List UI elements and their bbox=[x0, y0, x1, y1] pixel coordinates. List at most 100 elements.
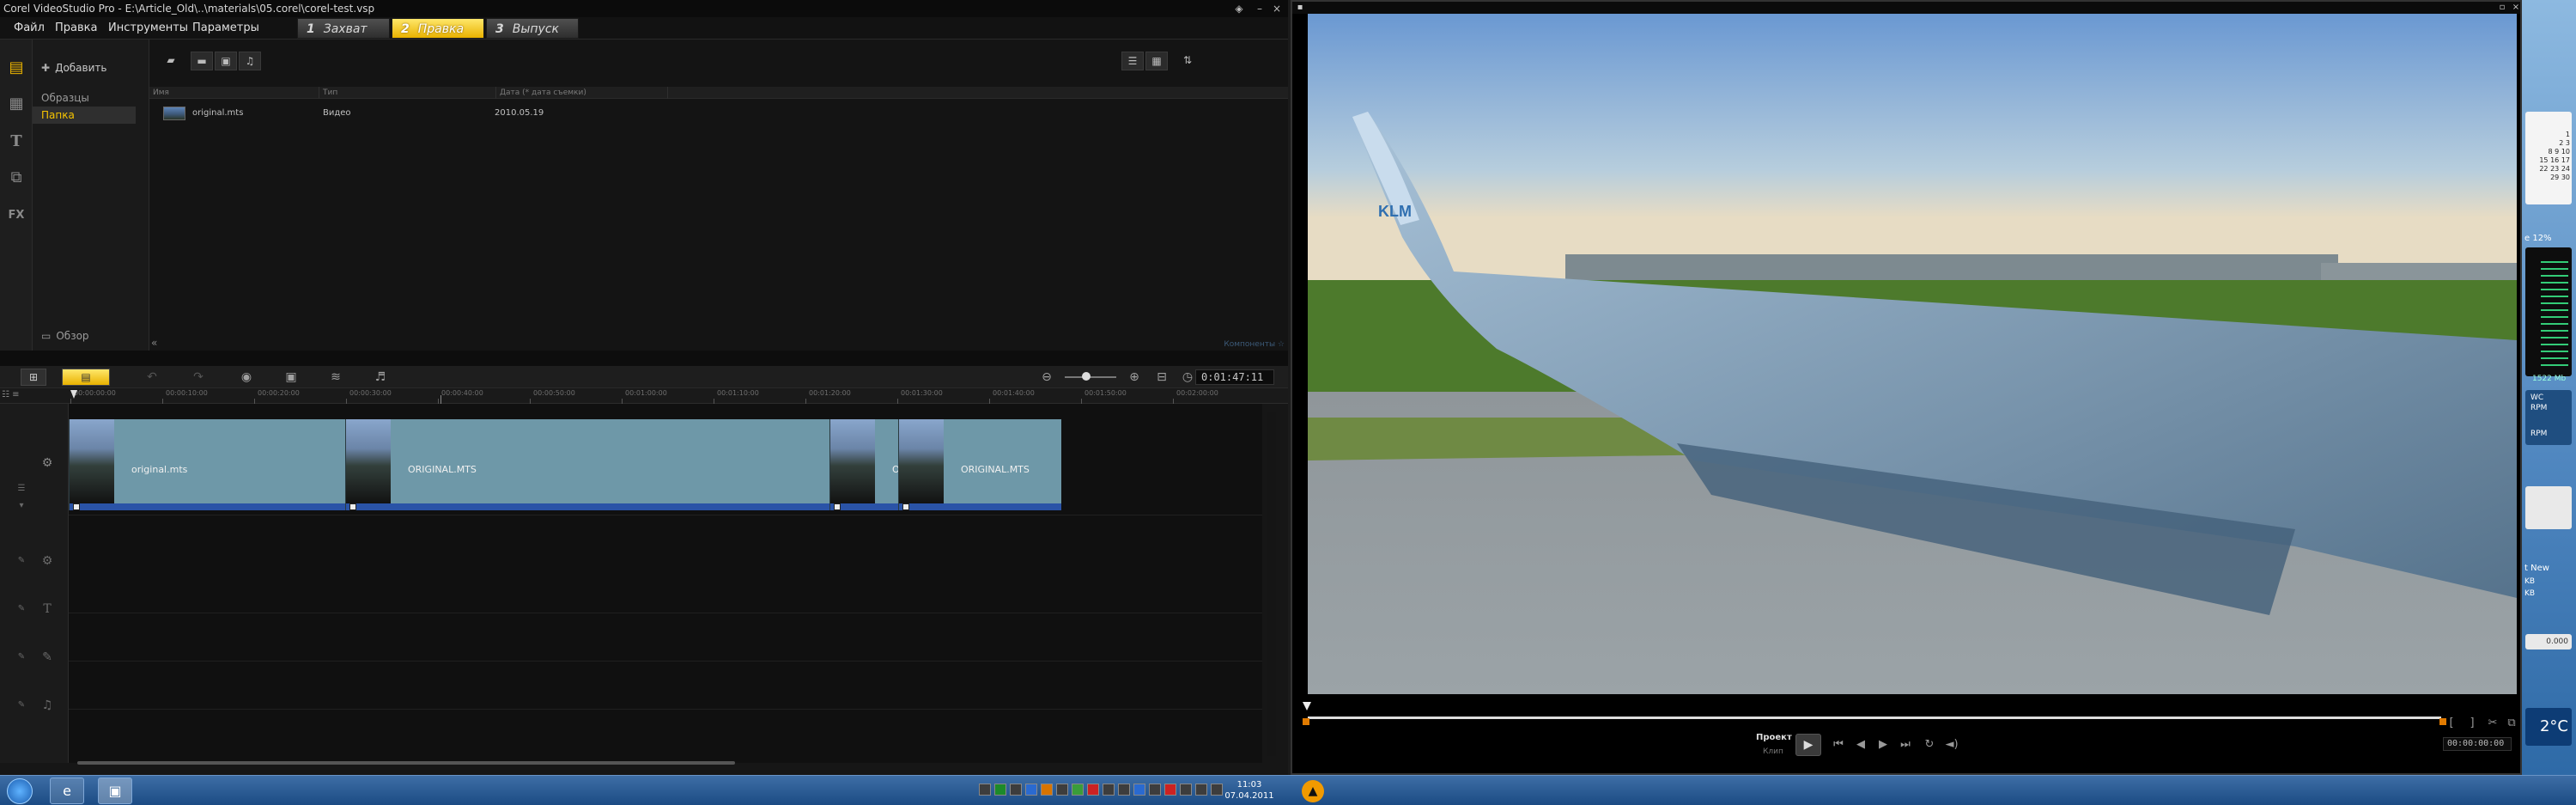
add-folder-button[interactable]: ✚ Добавить bbox=[41, 58, 106, 77]
menu-tools[interactable]: Инструменты bbox=[108, 17, 188, 40]
home-icon[interactable]: ⏮ bbox=[1830, 736, 1847, 753]
tray-icon[interactable] bbox=[979, 784, 991, 796]
internet-explorer-icon[interactable]: e bbox=[50, 778, 84, 804]
close-button[interactable]: × bbox=[1269, 0, 1285, 17]
tray-icon[interactable] bbox=[1118, 784, 1130, 796]
video-clip[interactable]: original.mts bbox=[69, 419, 345, 510]
track-options-icon[interactable]: ☰ bbox=[12, 479, 31, 498]
preview-scrub-bar[interactable] bbox=[1308, 717, 2441, 719]
menu-settings[interactable]: Параметры bbox=[192, 17, 259, 40]
restore-button[interactable]: ▫ bbox=[2496, 2, 2508, 14]
timeline-tracks[interactable]: original.mts ORIGINAL.MTS O ORIGINAL.MTS bbox=[69, 404, 1262, 763]
video-preview[interactable]: KLM bbox=[1308, 14, 2517, 694]
tray-icon[interactable] bbox=[1149, 784, 1161, 796]
window-menu-icon[interactable]: ▪ bbox=[1294, 2, 1306, 14]
mark-in-icon[interactable]: [ bbox=[2443, 715, 2460, 732]
instant-project-icon[interactable]: ▦ bbox=[5, 93, 27, 115]
column-type[interactable]: Тип bbox=[319, 87, 496, 99]
trim-start-marker[interactable] bbox=[1303, 718, 1309, 725]
cpu-meter-gadget[interactable]: 1522 Mb bbox=[2525, 247, 2572, 383]
tab-share[interactable]: 3 Выпуск bbox=[486, 18, 579, 39]
thumbnail-view-icon[interactable]: ▦ bbox=[1145, 52, 1168, 70]
enlarge-preview-icon[interactable]: ⧉ bbox=[2503, 715, 2520, 732]
weather-temperature[interactable]: 2°C bbox=[2525, 708, 2572, 746]
drive-gadget[interactable] bbox=[2525, 486, 2572, 529]
timeline-horizontal-scrollbar[interactable] bbox=[77, 761, 735, 765]
project-duration-timecode[interactable]: 0:01:47:11 bbox=[1195, 369, 1274, 385]
collapse-library-icon[interactable]: « bbox=[151, 337, 157, 349]
filter-fx-icon[interactable]: FX bbox=[5, 204, 27, 227]
timeline-vertical-scrollbar[interactable] bbox=[1267, 412, 1276, 756]
show-audio-icon[interactable]: ♫ bbox=[239, 52, 261, 70]
tray-icon[interactable] bbox=[1072, 784, 1084, 796]
video-clip[interactable]: O bbox=[829, 419, 900, 510]
tab-edit[interactable]: 2 Правка bbox=[392, 18, 484, 39]
tab-capture[interactable]: 1 Захват bbox=[297, 18, 390, 39]
tray-icon[interactable] bbox=[1087, 784, 1099, 796]
music-track-toggle-icon[interactable]: ✎ bbox=[12, 696, 31, 715]
components-link[interactable]: Компоненты ☆ bbox=[1224, 340, 1285, 349]
score-fitter-icon[interactable]: ▣ bbox=[282, 369, 301, 386]
tray-icon[interactable] bbox=[1133, 784, 1145, 796]
auto-music-icon[interactable]: ♬ bbox=[371, 369, 390, 386]
tray-icon[interactable] bbox=[1025, 784, 1037, 796]
start-button[interactable] bbox=[7, 778, 33, 804]
minimize-button[interactable]: – bbox=[1252, 0, 1267, 17]
browse-button[interactable]: ▭ Обзор bbox=[41, 327, 89, 345]
calendar-gadget[interactable]: 1 2 3 8 9 10 15 16 17 22 23 24 29 30 bbox=[2525, 112, 2572, 204]
track-manager-icon[interactable]: ☷ ≡ bbox=[2, 390, 20, 399]
column-date[interactable]: Дата (* дата съемки) bbox=[496, 87, 668, 99]
track-dropdown-icon[interactable]: ▾ bbox=[12, 497, 31, 515]
video-track-icon[interactable]: ⚙ bbox=[38, 454, 57, 473]
sort-icon[interactable]: ⇅ bbox=[1176, 52, 1199, 70]
corel-videostudio-taskbar-icon[interactable]: ▣ bbox=[98, 778, 132, 804]
record-capture-icon[interactable]: ◉ bbox=[237, 369, 256, 386]
title-track-toggle-icon[interactable]: ✎ bbox=[12, 600, 31, 619]
tray-icon[interactable] bbox=[1041, 784, 1053, 796]
mark-out-icon[interactable]: ] bbox=[2464, 715, 2481, 732]
clip-mode-label[interactable]: Клип bbox=[1763, 747, 1783, 756]
repeat-icon[interactable]: ↻ bbox=[1921, 736, 1938, 753]
sound-mixer-icon[interactable]: ≋ bbox=[326, 369, 345, 386]
panel-splitter[interactable] bbox=[0, 351, 1288, 366]
music-track[interactable] bbox=[69, 710, 1262, 763]
split-clip-icon[interactable]: ✂ bbox=[2484, 715, 2501, 732]
zoom-in-icon[interactable]: ⊕ bbox=[1125, 369, 1144, 386]
overlay-track-toggle-icon[interactable]: ✎ bbox=[12, 552, 31, 570]
graphic-icon[interactable]: ⧉ bbox=[5, 167, 27, 189]
folder-item-samples[interactable]: Образцы bbox=[41, 89, 89, 107]
zoom-slider-track[interactable] bbox=[1065, 376, 1116, 378]
video-track[interactable]: original.mts ORIGINAL.MTS O ORIGINAL.MTS bbox=[69, 404, 1262, 515]
folder-item-folder[interactable]: Папка bbox=[33, 107, 136, 124]
project-mode-label[interactable]: Проект bbox=[1756, 733, 1792, 742]
title-icon[interactable]: T bbox=[5, 131, 27, 153]
tray-icon[interactable] bbox=[1103, 784, 1115, 796]
zoom-slider-knob[interactable] bbox=[1082, 372, 1091, 381]
tray-icon[interactable] bbox=[1010, 784, 1022, 796]
fit-project-icon[interactable]: ⊟ bbox=[1152, 369, 1171, 386]
show-photos-icon[interactable]: ▣ bbox=[215, 52, 237, 70]
preview-timecode[interactable]: 00:00:00:00 bbox=[2443, 737, 2512, 751]
end-icon[interactable]: ⏭ bbox=[1897, 736, 1914, 753]
import-folder-icon[interactable]: ▰ bbox=[160, 52, 182, 70]
tray-icon[interactable] bbox=[994, 784, 1006, 796]
tray-icon[interactable] bbox=[1180, 784, 1192, 796]
tray-icon[interactable] bbox=[1164, 784, 1176, 796]
show-videos-icon[interactable]: ▬ bbox=[191, 52, 213, 70]
taskbar-clock[interactable]: 11:03 07.04.2011 bbox=[1219, 779, 1279, 802]
tray-icon[interactable] bbox=[1056, 784, 1068, 796]
play-button[interactable]: ▶ bbox=[1795, 734, 1821, 756]
media-icon[interactable]: ▤ bbox=[5, 57, 27, 79]
voice-track[interactable] bbox=[69, 662, 1262, 710]
redo-icon[interactable]: ↷ bbox=[189, 369, 208, 386]
timeline-ruler[interactable]: ☷ ≡ 00:00:00:00 00:00:10:00 00:00:20:00 00:… bbox=[0, 388, 1288, 404]
overlay-track[interactable] bbox=[69, 515, 1262, 613]
menu-edit[interactable]: Правка bbox=[55, 17, 97, 40]
menu-file[interactable]: Файл bbox=[14, 17, 45, 40]
timeline-view-button[interactable]: ▤ bbox=[62, 369, 110, 386]
voice-track-toggle-icon[interactable]: ✎ bbox=[12, 648, 31, 667]
previous-frame-icon[interactable]: ◀ bbox=[1852, 736, 1869, 753]
close-button[interactable]: × bbox=[2510, 2, 2522, 14]
help-icon[interactable]: ◈ bbox=[1231, 0, 1247, 17]
system-gadget[interactable]: WC RPM RPM bbox=[2525, 390, 2572, 445]
